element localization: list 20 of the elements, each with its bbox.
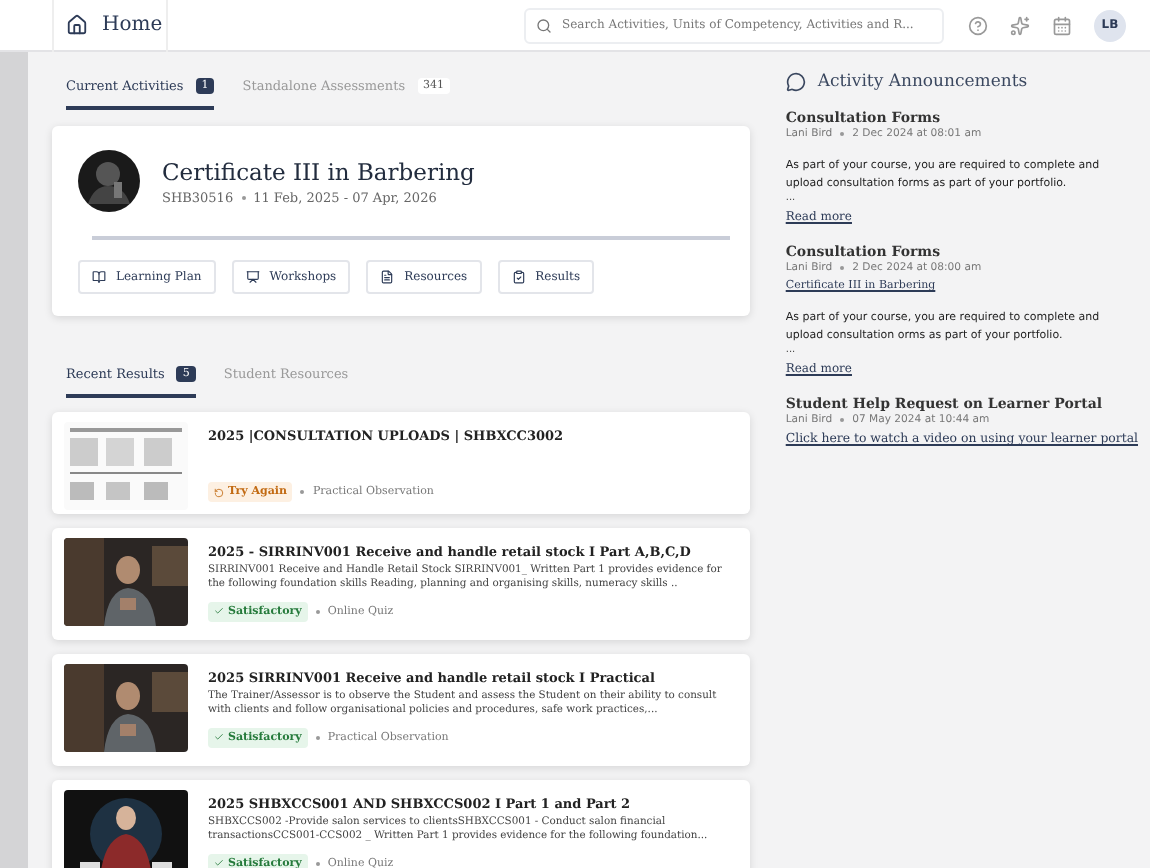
search-icon	[536, 17, 552, 33]
check-icon	[214, 858, 224, 868]
result-card[interactable]	[52, 780, 750, 868]
result-card[interactable]	[52, 654, 750, 766]
result-icon	[511, 270, 526, 284]
sparkle-icon[interactable]	[1010, 15, 1030, 35]
section-title: Activity Announcements	[817, 72, 1028, 92]
page-title: Home	[102, 14, 163, 36]
help-icon[interactable]	[968, 15, 988, 35]
calendar-icon[interactable]	[1052, 15, 1072, 35]
retry-icon	[214, 487, 224, 497]
result-card[interactable]	[52, 528, 750, 640]
resource-icon	[380, 270, 395, 284]
plan-icon	[92, 270, 106, 284]
chat-icon	[785, 72, 806, 92]
workshop-icon	[245, 270, 260, 284]
check-icon	[214, 732, 224, 743]
home-icon[interactable]	[66, 14, 88, 36]
course-title: Certificate III in Barbering	[162, 157, 475, 185]
check-icon	[214, 606, 224, 617]
